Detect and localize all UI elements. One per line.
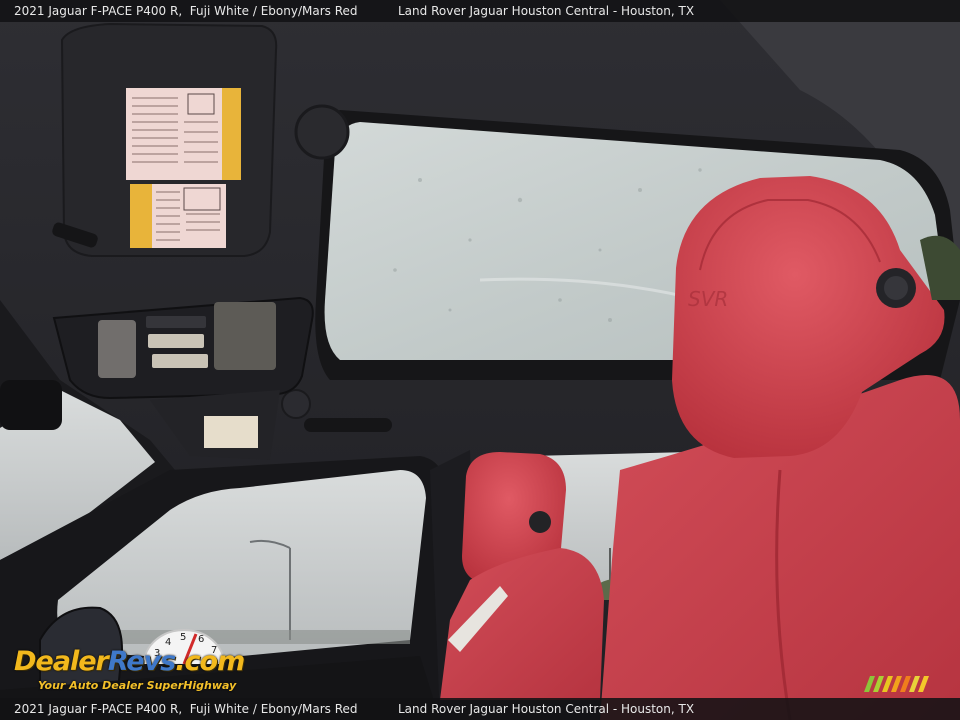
caption-colors-bottom: Fuji White / Ebony/Mars Red (189, 702, 358, 716)
caption-colors-top: Fuji White / Ebony/Mars Red (189, 4, 358, 18)
svg-text:5: 5 (180, 632, 186, 643)
headrest-logo: SVR (688, 287, 728, 311)
console-button-2 (152, 354, 208, 368)
dealerrevs-watermark: 3 4 5 6 7 DealerRevs.com Your Auto Deale… (10, 624, 270, 696)
photo-stage: SVR 2021 Jaguar F-PACE P400 R, Fuji Whit… (0, 0, 960, 720)
speed-stripes-icon (864, 676, 929, 692)
caption-bar-bottom: 2021 Jaguar F-PACE P400 R, Fuji White / … (0, 698, 960, 720)
console-button-1 (148, 334, 204, 348)
car-interior-photo: SVR (0, 0, 960, 720)
caption-dealer-top: Land Rover Jaguar Houston Central - Hous… (398, 4, 695, 18)
watermark-brand-suffix: .com (175, 646, 245, 677)
warning-label-bottom (130, 184, 226, 248)
watermark-brand: DealerRevs.com (14, 646, 245, 677)
svg-text:6: 6 (198, 634, 204, 645)
rear-headrest-button (529, 511, 551, 533)
watermark-brand-part2: Revs (107, 646, 176, 677)
grab-handle (304, 418, 392, 432)
console-button-3 (146, 316, 206, 328)
warning-label-top (126, 88, 241, 180)
caption-vehicle-bottom: 2021 Jaguar F-PACE P400 R, (14, 702, 183, 716)
roof-speaker (294, 104, 350, 160)
roof-sensor (281, 389, 311, 419)
headrest-button-inner (884, 276, 908, 300)
caption-vehicle-colors-top: 2021 Jaguar F-PACE P400 R, Fuji White / … (14, 0, 358, 22)
caption-bar-top: 2021 Jaguar F-PACE P400 R, Fuji White / … (0, 0, 960, 22)
caption-vehicle-colors-bottom: 2021 Jaguar F-PACE P400 R, Fuji White / … (14, 698, 358, 720)
interior-mirror (0, 380, 62, 430)
watermark-tagline: Your Auto Dealer SuperHighway (38, 679, 237, 692)
watermark-brand-part1: Dealer (14, 646, 109, 677)
info-sticker (204, 416, 258, 448)
caption-dealer-bottom: Land Rover Jaguar Houston Central - Hous… (398, 702, 695, 716)
map-light-right (214, 302, 276, 370)
map-light-left (98, 320, 136, 378)
caption-vehicle-top: 2021 Jaguar F-PACE P400 R, (14, 4, 183, 18)
